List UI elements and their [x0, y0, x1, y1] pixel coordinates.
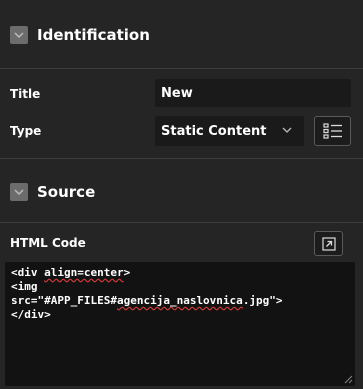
chevron-down-icon [14, 32, 24, 38]
resize-grip-icon[interactable] [343, 374, 353, 384]
code-line: src="#APP_FILES#agencija_naslovnica.jpg"… [11, 294, 283, 307]
title-input-value: New [161, 85, 193, 101]
html-code-editor[interactable]: <div align=center> <img src="#APP_FILES#… [5, 262, 355, 386]
type-select-value: Static Content [161, 123, 267, 139]
code-line: <div align=center> [11, 266, 131, 279]
chevron-down-icon [14, 189, 24, 195]
chevron-down-icon [282, 127, 292, 133]
divider [0, 158, 363, 159]
code-line: <img [11, 280, 38, 293]
identification-collapse-button[interactable] [10, 26, 28, 44]
title-label: Title [10, 87, 41, 101]
expand-icon [321, 236, 336, 251]
type-list-button[interactable] [314, 116, 351, 146]
identification-title: Identification [37, 26, 150, 44]
code-line: </div> [11, 308, 51, 321]
divider [0, 68, 363, 69]
html-code-label: HTML Code [10, 236, 86, 250]
identification-section-header[interactable]: Identification [0, 26, 363, 44]
type-select[interactable]: Static Content [155, 116, 304, 146]
divider [0, 222, 363, 223]
source-title: Source [37, 183, 96, 201]
source-section-header[interactable]: Source [0, 183, 363, 201]
type-label: Type [10, 124, 42, 138]
list-icon [322, 123, 342, 139]
expand-editor-button[interactable] [314, 231, 343, 256]
title-input[interactable]: New [155, 79, 351, 107]
source-collapse-button[interactable] [10, 183, 28, 201]
